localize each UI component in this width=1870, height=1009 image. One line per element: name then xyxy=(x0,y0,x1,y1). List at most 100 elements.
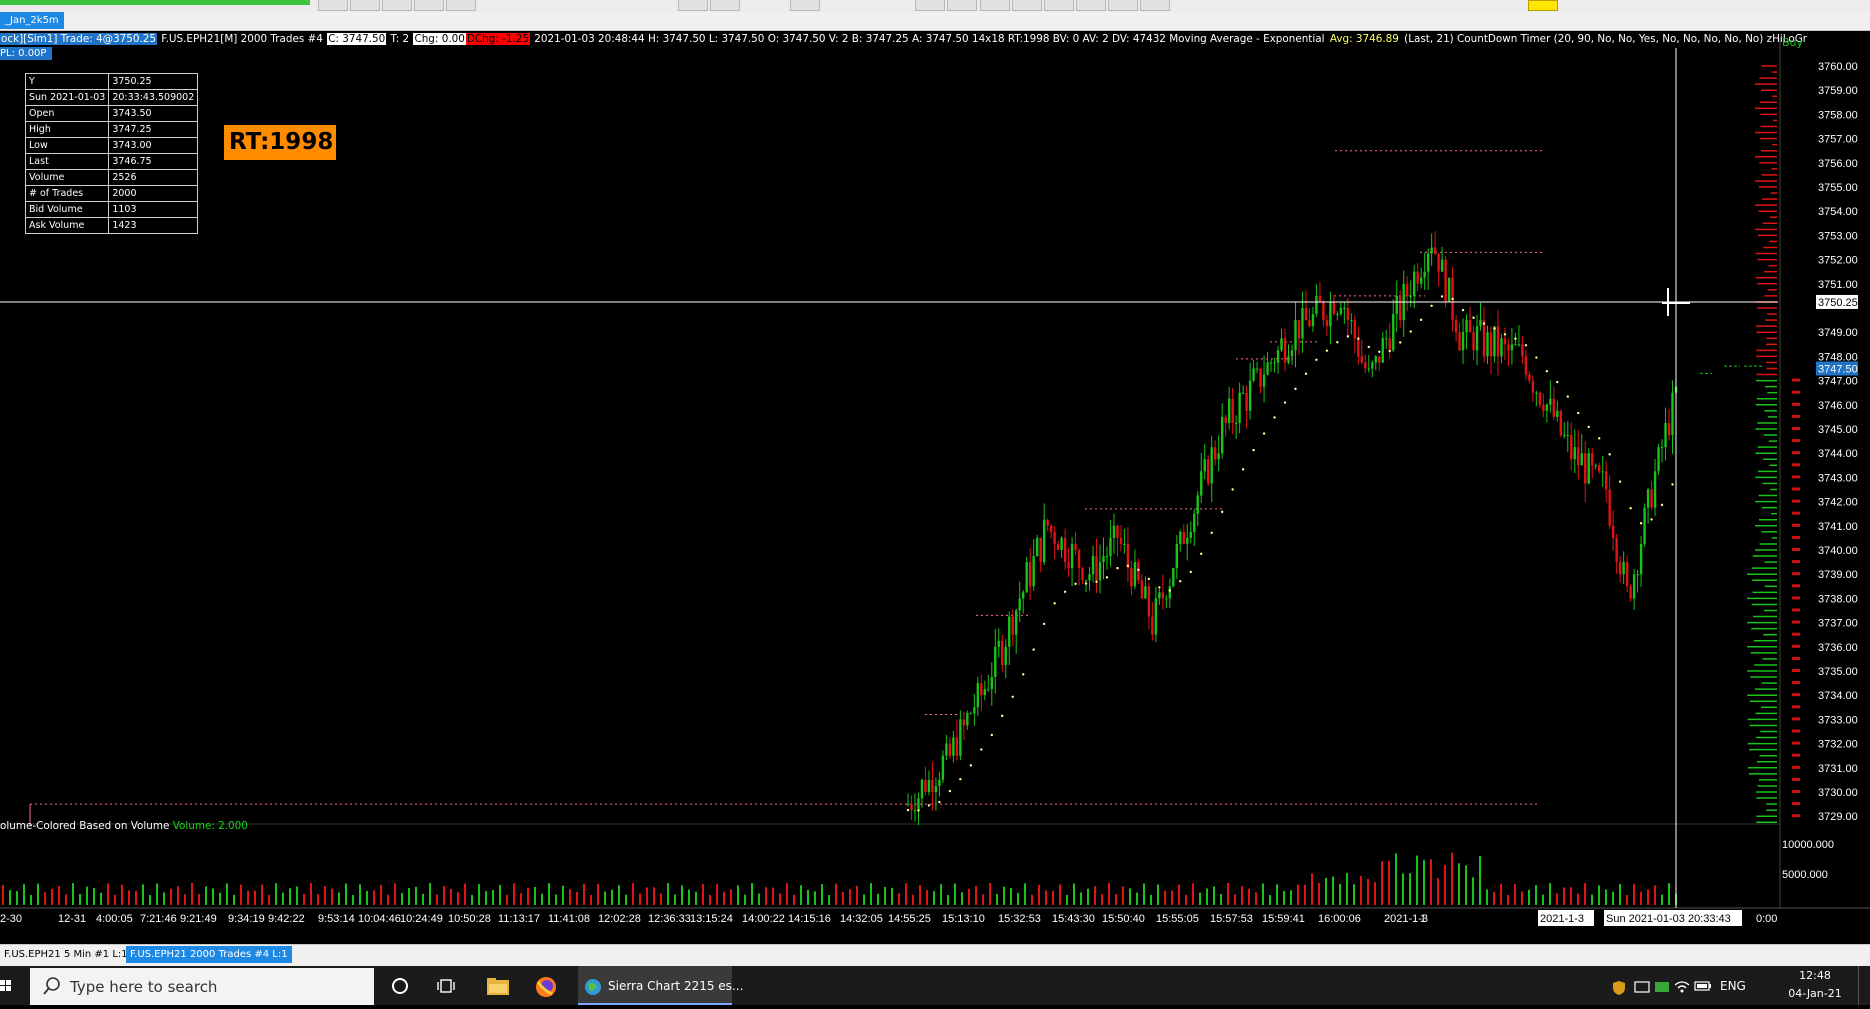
candle-body xyxy=(1220,416,1224,454)
ema-dot xyxy=(1294,387,1297,391)
volume-profile-label xyxy=(1792,560,1800,564)
ema-dot xyxy=(1147,577,1151,581)
buy-label[interactable]: Buy xyxy=(1782,36,1803,49)
volume-bar xyxy=(275,883,277,905)
candle-body xyxy=(1266,362,1269,375)
clock-time[interactable]: 12:48 xyxy=(1790,969,1840,982)
clock-date[interactable]: 04-Jan-21 xyxy=(1786,987,1844,1000)
volume-profile-label xyxy=(1792,487,1800,491)
firefox-icon[interactable] xyxy=(535,976,557,1002)
cortana-icon[interactable] xyxy=(390,976,410,1000)
green-tray-icon[interactable] xyxy=(1654,980,1670,997)
show-desktop-button[interactable] xyxy=(1858,966,1870,1005)
volume-bar xyxy=(1668,883,1670,905)
candle-body xyxy=(1035,537,1039,557)
candle-body xyxy=(1252,368,1255,381)
wifi-icon[interactable] xyxy=(1674,980,1690,997)
volume-bar xyxy=(828,894,830,905)
volume-value: Volume: 2.000 xyxy=(172,820,248,832)
ema-dot xyxy=(1577,411,1580,415)
candle-body xyxy=(1664,422,1667,448)
volume-bar xyxy=(177,886,179,905)
volume-bar xyxy=(961,892,963,905)
chartbook-tab-5min[interactable]: F.US.EPH21 5 Min #1 L:1 xyxy=(0,946,132,963)
candle-body xyxy=(1165,598,1168,600)
volume-profile-label xyxy=(1792,451,1800,455)
volume-bar xyxy=(226,883,228,905)
volume-bar xyxy=(1080,892,1082,905)
candle-body xyxy=(1067,562,1070,569)
price-axis-label: 3735.00 xyxy=(1818,666,1858,678)
volume-bar xyxy=(912,894,914,905)
candle-body xyxy=(1514,344,1517,346)
candle-body xyxy=(1433,247,1437,254)
ema-dot xyxy=(1598,437,1601,440)
volume-bar xyxy=(793,894,795,905)
candle-body xyxy=(1364,362,1367,369)
volume-bar xyxy=(1024,883,1026,905)
chartbook-tab-2000-trades[interactable]: F.US.EPH21 2000 Trades #4 L:1 xyxy=(126,946,292,963)
volume-bar xyxy=(1311,873,1313,905)
ema-dot xyxy=(1210,531,1213,535)
volume-bar xyxy=(1444,864,1446,905)
time-axis-label: 15:57:53 xyxy=(1210,913,1253,925)
candle-body xyxy=(1388,338,1391,351)
shield-tray-icon[interactable] xyxy=(1612,980,1626,999)
candle-body xyxy=(1598,465,1601,472)
language-indicator[interactable]: ENG xyxy=(1720,979,1746,993)
candle-body xyxy=(1496,326,1500,357)
task-view-icon[interactable] xyxy=(436,976,456,1000)
volume-bar xyxy=(1549,883,1551,905)
file-explorer-icon[interactable] xyxy=(486,976,510,1000)
volume-profile-label xyxy=(1792,608,1800,612)
device-tray-icon[interactable] xyxy=(1634,980,1650,997)
candle-body xyxy=(1566,435,1569,437)
ema-dot xyxy=(1001,714,1004,718)
volume-bar xyxy=(639,893,641,905)
battery-icon[interactable] xyxy=(1694,980,1712,995)
candle-body xyxy=(1060,537,1063,550)
candle-body xyxy=(1667,422,1671,436)
chart-info-line: ock][Sim1] Trade: 4@3750.25 F.US.EPH21[M… xyxy=(0,32,1808,46)
volume-bar xyxy=(1591,894,1593,905)
volume-bar xyxy=(436,894,438,905)
candle-body xyxy=(1618,562,1622,575)
candle-body xyxy=(962,719,966,726)
ema-dot xyxy=(1357,337,1360,340)
volume-bar xyxy=(1556,893,1558,905)
windows-start-icon[interactable] xyxy=(0,966,30,1005)
volume-bar xyxy=(128,890,130,905)
candle-body xyxy=(1472,332,1475,351)
table-row: Volume 2526 xyxy=(24,169,199,186)
time-axis-label: 15:43:30 xyxy=(1052,913,1095,925)
candle-body xyxy=(1091,556,1095,575)
volume-bar xyxy=(373,890,375,905)
volume-bar xyxy=(1521,891,1523,905)
volume-bar xyxy=(877,893,879,905)
volume-bar xyxy=(1430,859,1432,905)
candle-body xyxy=(1517,344,1521,346)
volume-bar xyxy=(331,888,333,905)
time-axis-label: 11:13:17 xyxy=(498,913,540,925)
candle-body xyxy=(1311,314,1315,327)
volume-bar xyxy=(583,883,585,905)
candle-body xyxy=(1479,320,1482,327)
volume-bar xyxy=(1500,883,1502,905)
candle-body xyxy=(1283,338,1287,363)
time-axis-label: 9:42:22 xyxy=(268,913,305,925)
table-row: Open 3743.50 xyxy=(24,105,199,122)
candle-body xyxy=(1200,471,1203,496)
time-axis-label: 9:53:14 xyxy=(318,913,355,925)
volume-bar xyxy=(100,892,102,905)
candle-body xyxy=(1214,447,1217,460)
volume-bar xyxy=(1094,886,1096,905)
volume-bar xyxy=(1654,885,1656,905)
ema-dot xyxy=(948,789,952,793)
candle-body xyxy=(1098,562,1102,581)
ema-dot xyxy=(1168,589,1172,592)
candle-body xyxy=(987,689,990,691)
candle-body xyxy=(1168,586,1172,599)
candle-body xyxy=(1399,295,1402,321)
volume-bar xyxy=(667,883,669,905)
volume-bar xyxy=(296,886,298,905)
